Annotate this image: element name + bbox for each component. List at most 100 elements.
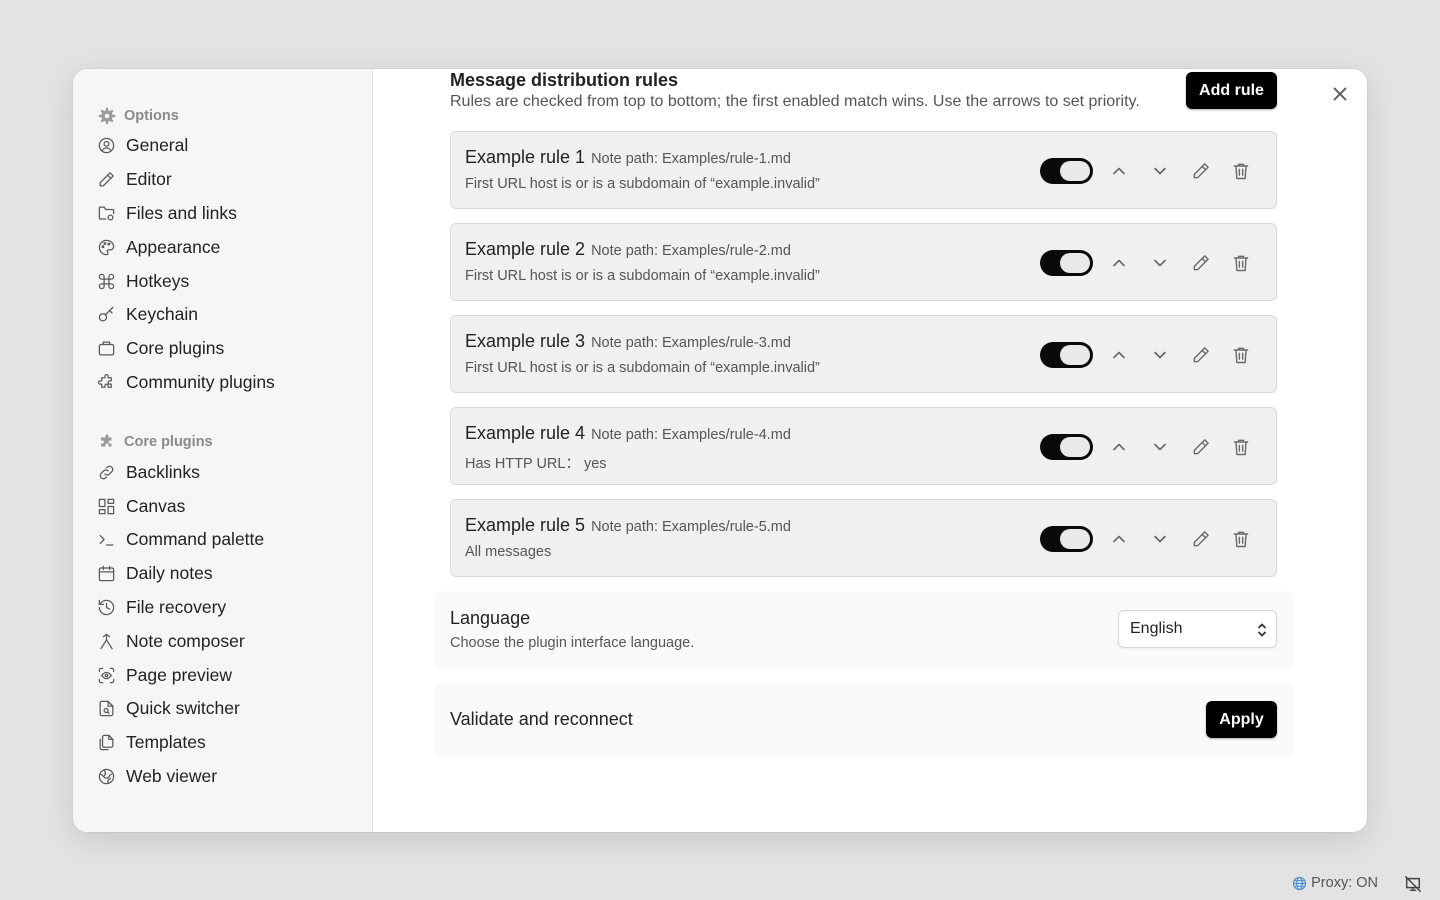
delete-rule-button[interactable] <box>1226 248 1256 278</box>
sidebar-item-daily-notes[interactable]: Daily notes <box>96 557 372 591</box>
rule-condition: Has HTTP URL： yes <box>465 456 607 472</box>
delete-rule-button[interactable] <box>1226 524 1256 554</box>
pencil-icon <box>1193 255 1209 271</box>
sidebar-item-keychain[interactable]: Keychain <box>96 298 372 332</box>
rule-actions <box>1040 432 1256 462</box>
user-circle-icon <box>96 136 116 156</box>
rule-condition: First URL host is or is a subdomain of “… <box>465 360 820 376</box>
sidebar-item-label: Hotkeys <box>126 270 190 291</box>
link-icon <box>96 462 116 482</box>
sidebar-item-community-plugins[interactable]: Community plugins <box>96 366 372 400</box>
edit-rule-button[interactable] <box>1186 524 1216 554</box>
sidebar-item-files-and-links[interactable]: Files and links <box>96 197 372 231</box>
briefcase-icon <box>96 339 116 359</box>
sidebar-item-command-palette[interactable]: Command palette <box>96 523 372 557</box>
rule-actions <box>1040 156 1256 186</box>
sidebar-item-canvas[interactable]: Canvas <box>96 489 372 523</box>
apply-button[interactable]: Apply <box>1206 701 1277 738</box>
sidebar-item-page-preview[interactable]: Page preview <box>96 658 372 692</box>
sidebar-item-label: Page preview <box>126 664 233 685</box>
core-plugins-group-label: Core plugins <box>124 434 213 451</box>
rule-card: Example rule 4 Note path: Examples/rule-4… <box>450 407 1277 485</box>
proxy-status[interactable]: Proxy: ON <box>1292 875 1378 891</box>
rule-actions <box>1040 340 1256 370</box>
toggle-knob <box>1060 161 1090 181</box>
add-rule-button[interactable]: Add rule <box>1186 72 1277 109</box>
sidebar-item-file-recovery[interactable]: File recovery <box>96 591 372 625</box>
rule-name: Example rule 2 Note path: Examples/rule-2… <box>465 239 791 260</box>
sidebar-item-general[interactable]: General <box>96 129 372 163</box>
toggle-knob <box>1060 253 1090 273</box>
sidebar-item-hotkeys[interactable]: Hotkeys <box>96 264 372 298</box>
move-up-button[interactable] <box>1104 340 1134 370</box>
globe-icon <box>96 766 116 786</box>
sidebar-item-web-viewer[interactable]: Web viewer <box>96 760 372 794</box>
move-up-button[interactable] <box>1104 524 1134 554</box>
layout-dashboard-icon <box>96 496 116 516</box>
edit-rule-button[interactable] <box>1186 156 1216 186</box>
pencil-icon <box>1193 531 1209 547</box>
chevron-up-icon <box>1113 167 1125 175</box>
sidebar-item-backlinks[interactable]: Backlinks <box>96 455 372 489</box>
rule-enabled-toggle[interactable] <box>1040 342 1093 368</box>
pencil-icon <box>1193 439 1209 455</box>
puzzle-icon <box>96 372 116 392</box>
language-select[interactable]: English <box>1118 610 1277 648</box>
move-down-button[interactable] <box>1145 524 1175 554</box>
move-up-button[interactable] <box>1104 432 1134 462</box>
chevron-down-icon <box>1154 167 1166 175</box>
rule-name-text: Example rule 4 <box>465 423 586 443</box>
close-button[interactable] <box>1327 81 1353 107</box>
validate-title: Validate and reconnect <box>450 709 633 729</box>
rule-enabled-toggle[interactable] <box>1040 526 1093 552</box>
sidebar-item-appearance[interactable]: Appearance <box>96 230 372 264</box>
edit-rule-button[interactable] <box>1186 432 1216 462</box>
settings-modal: Options General Editor Files and links A… <box>73 69 1367 832</box>
section-description: Rules are checked from top to bottom; th… <box>450 93 1140 110</box>
rule-name: Example rule 1 Note path: Examples/rule-1… <box>465 147 791 168</box>
gear-icon <box>98 107 116 125</box>
rule-card: Example rule 5 Note path: Examples/rule-5… <box>450 499 1277 577</box>
globe-icon <box>1292 876 1307 890</box>
edit-rule-button[interactable] <box>1186 340 1216 370</box>
rule-enabled-toggle[interactable] <box>1040 434 1093 460</box>
sidebar-item-quick-switcher[interactable]: Quick switcher <box>96 692 372 726</box>
toggle-knob <box>1060 437 1090 457</box>
chevron-up-icon <box>1113 351 1125 359</box>
move-down-button[interactable] <box>1145 248 1175 278</box>
chevron-down-icon <box>1154 535 1166 543</box>
sidebar-item-core-plugins[interactable]: Core plugins <box>96 332 372 366</box>
rule-enabled-toggle[interactable] <box>1040 158 1093 184</box>
sidebar-item-note-composer[interactable]: Note composer <box>96 624 372 658</box>
chevron-up-icon <box>1113 535 1125 543</box>
move-down-button[interactable] <box>1145 340 1175 370</box>
sidebar-item-label: Templates <box>126 732 206 753</box>
delete-rule-button[interactable] <box>1226 156 1256 186</box>
delete-rule-button[interactable] <box>1226 340 1256 370</box>
pencil-icon <box>1193 347 1209 363</box>
rule-name-text: Example rule 2 <box>465 239 586 259</box>
rule-card: Example rule 1 Note path: Examples/rule-1… <box>450 131 1277 209</box>
move-up-button[interactable] <box>1104 248 1134 278</box>
settings-content: Message distribution rules Rules are che… <box>373 69 1367 832</box>
screen-off-button[interactable] <box>1404 875 1424 895</box>
chevron-up-down-icon <box>1257 623 1267 637</box>
move-up-button[interactable] <box>1104 156 1134 186</box>
rule-condition: First URL host is or is a subdomain of “… <box>465 176 820 192</box>
move-down-button[interactable] <box>1145 432 1175 462</box>
toggle-knob <box>1060 345 1090 365</box>
options-group-title: Options <box>98 103 372 129</box>
move-down-button[interactable] <box>1145 156 1175 186</box>
rule-actions <box>1040 524 1256 554</box>
rule-card: Example rule 3 Note path: Examples/rule-3… <box>450 315 1277 393</box>
sidebar-item-templates[interactable]: Templates <box>96 726 372 760</box>
delete-rule-button[interactable] <box>1226 432 1256 462</box>
sidebar-item-editor[interactable]: Editor <box>96 163 372 197</box>
calendar-icon <box>96 564 116 584</box>
sidebar-item-label: Editor <box>126 169 172 190</box>
chevron-up-icon <box>1113 259 1125 267</box>
chevron-down-icon <box>1154 351 1166 359</box>
edit-rule-button[interactable] <box>1186 248 1216 278</box>
rule-enabled-toggle[interactable] <box>1040 250 1093 276</box>
options-group-label: Options <box>124 108 179 124</box>
